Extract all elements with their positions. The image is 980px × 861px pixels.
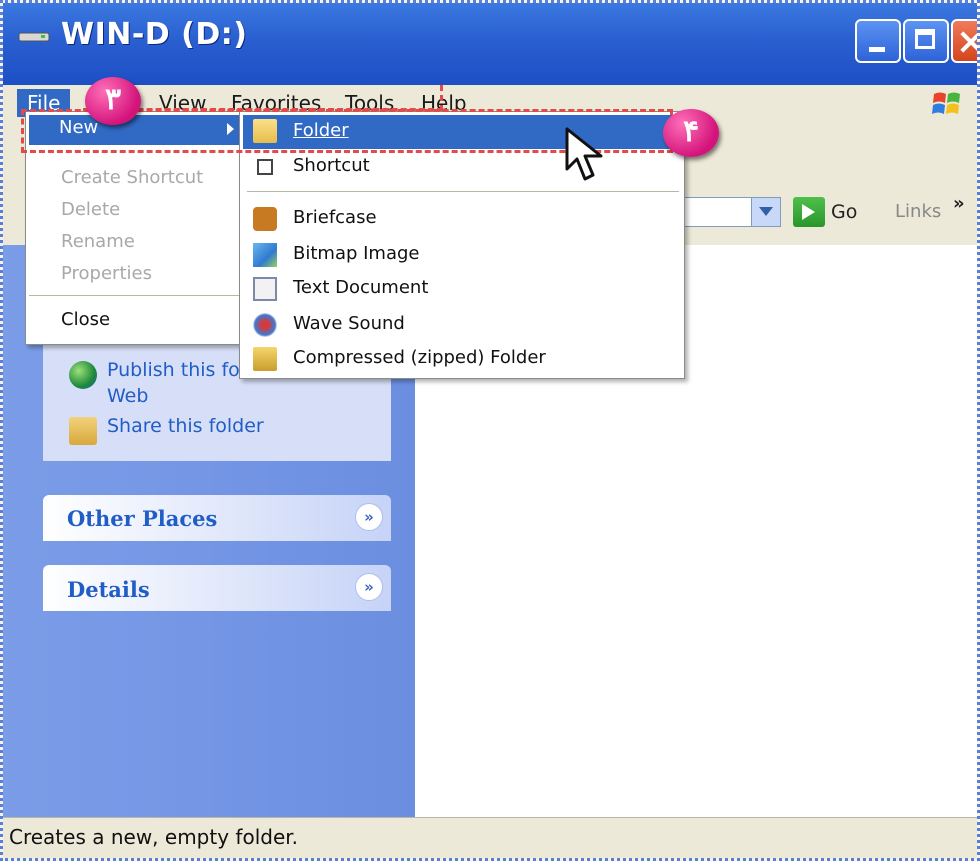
shortcut-icon xyxy=(257,159,273,175)
menu-item-delete: Delete xyxy=(61,199,121,220)
minimize-button[interactable] xyxy=(855,19,901,63)
explorer-window: WIN-D (D:) File View Favorites Tools Hel… xyxy=(0,0,980,861)
zipped-folder-icon xyxy=(253,347,277,371)
menu-item-rename: Rename xyxy=(61,231,135,252)
mouse-cursor-icon xyxy=(565,127,603,181)
details-title: Details xyxy=(67,577,150,602)
submenu-item-wave-sound[interactable]: Wave Sound xyxy=(293,313,405,334)
globe-icon xyxy=(69,361,97,389)
submenu-item-bitmap[interactable]: Bitmap Image xyxy=(293,243,420,264)
step-4-badge: ۴ xyxy=(663,109,719,157)
submenu-item-text-document[interactable]: Text Document xyxy=(293,277,428,298)
task-publish-web[interactable]: Web xyxy=(107,385,148,407)
wave-sound-icon xyxy=(253,313,277,337)
chevron-down-icon[interactable]: » xyxy=(355,573,383,601)
submenu-item-briefcase[interactable]: Briefcase xyxy=(293,207,377,228)
step-3-badge: ۳ xyxy=(85,77,141,125)
drive-icon xyxy=(18,32,50,42)
submenu-item-compressed-folder[interactable]: Compressed (zipped) Folder xyxy=(293,347,546,368)
task-share[interactable]: Share this folder xyxy=(107,415,264,437)
other-places-title: Other Places xyxy=(67,506,218,531)
address-dropdown-button[interactable] xyxy=(751,197,781,227)
share-folder-icon xyxy=(69,417,97,445)
menu-separator xyxy=(29,295,273,296)
task-publish[interactable]: Publish this fo xyxy=(107,359,240,381)
maximize-button[interactable] xyxy=(903,19,949,63)
submenu-item-shortcut[interactable]: Shortcut xyxy=(293,155,370,176)
window-title: WIN-D (D:) xyxy=(61,17,248,52)
briefcase-icon xyxy=(253,207,277,231)
menu-item-create-shortcut: Create Shortcut xyxy=(61,167,204,188)
status-text: Creates a new, empty folder. xyxy=(9,825,298,849)
go-button[interactable]: Go xyxy=(831,201,857,223)
go-arrow-icon[interactable] xyxy=(793,197,825,227)
menu-item-close[interactable]: Close xyxy=(61,309,110,330)
links-button[interactable]: Links xyxy=(895,201,941,222)
windows-logo-icon xyxy=(932,92,960,114)
text-document-icon xyxy=(253,277,277,301)
close-button[interactable] xyxy=(951,19,977,63)
menu-item-properties: Properties xyxy=(61,263,152,284)
bitmap-image-icon xyxy=(253,243,277,267)
toolbar-more-button[interactable]: » xyxy=(953,193,965,214)
address-input[interactable] xyxy=(683,197,751,227)
title-bar[interactable]: WIN-D (D:) xyxy=(3,3,977,85)
chevron-down-icon[interactable]: » xyxy=(355,503,383,531)
